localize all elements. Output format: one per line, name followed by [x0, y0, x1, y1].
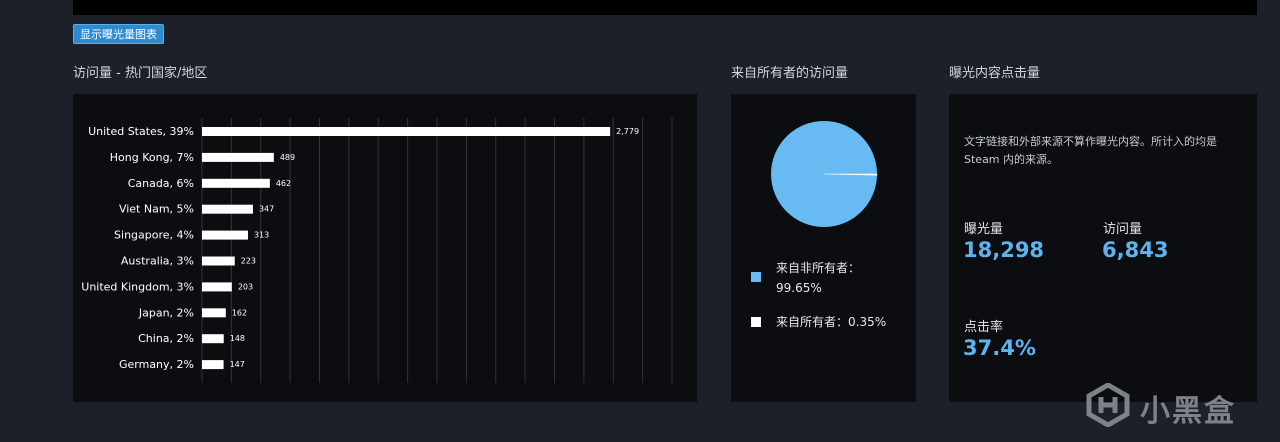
owner-pie-chart	[771, 121, 878, 227]
bar-value-label: 347	[259, 205, 274, 214]
bar	[202, 308, 226, 318]
owner-legend-label: 来自所有者：0.35%	[776, 315, 887, 329]
top-black-bar	[73, 0, 1257, 15]
country-visits-title: 访问量 - 热门国家/地区	[73, 66, 208, 81]
bar-category-label: Hong Kong, 7%	[110, 151, 194, 164]
country-bar-chart: United States, 39% 2,779 Hong Kong, 7% 489 C…	[81, 118, 673, 383]
bar	[202, 282, 232, 292]
bar-category-label: United Kingdom, 3%	[81, 280, 194, 293]
bar-value-label: 489	[280, 153, 295, 162]
bar-value-label: 313	[254, 231, 269, 240]
bar	[202, 204, 253, 214]
bar	[202, 334, 224, 344]
impression-clicks-title: 曝光内容点击量	[949, 66, 1041, 81]
owner-legend-swatch	[751, 317, 761, 327]
bar-value-label: 203	[238, 282, 253, 291]
bar-value-label: 223	[241, 257, 256, 266]
show-impressions-chart-button[interactable]: 显示曝光量图表	[73, 24, 164, 44]
bar	[202, 178, 270, 188]
bar	[202, 152, 274, 162]
clicks-note: 文字链接和外部来源不算作曝光内容。所计入的均是 Steam 内的来源。	[964, 135, 1217, 166]
owner-pie-panel: 来自非所有者： 99.65% 来自所有者：0.35%	[731, 94, 916, 402]
non-owner-legend-value: 99.65%	[776, 281, 822, 295]
bar-category-label: China, 2%	[138, 332, 194, 345]
bar	[202, 360, 224, 370]
owner-visits-title: 来自所有者的访问量	[731, 66, 849, 81]
non-owner-legend-swatch	[751, 272, 761, 282]
non-owner-legend-label: 来自非所有者：	[776, 261, 861, 275]
non-owner-legend: 来自非所有者： 99.65%	[776, 258, 860, 298]
impressions-value: 18,298	[963, 238, 1045, 262]
bar-value-label: 148	[230, 334, 245, 343]
ctr-label: 点击率	[964, 320, 1004, 335]
ctr-value: 37.4%	[963, 336, 1036, 360]
watermark-text: 小黑盒	[1140, 394, 1236, 429]
visits-label: 访问量	[1103, 222, 1143, 237]
bar-category-label: Viet Nam, 5%	[119, 203, 194, 216]
xiaoheihe-logo-icon	[1086, 383, 1130, 427]
bar	[202, 230, 248, 240]
bar	[202, 127, 611, 136]
country-chart-panel: United States, 39% 2,779 Hong Kong, 7% 489 C…	[73, 94, 697, 402]
bar-category-label: Singapore, 4%	[114, 229, 194, 242]
bar-category-label: Canada, 6%	[128, 177, 194, 190]
bar-value-label: 462	[276, 179, 291, 188]
bar-category-label: United States, 39%	[88, 125, 194, 138]
bar	[202, 256, 235, 266]
visits-value: 6,843	[1102, 238, 1169, 262]
bar-value-label: 162	[232, 308, 247, 317]
impressions-label: 曝光量	[964, 222, 1004, 237]
bar-category-label: Germany, 2%	[119, 358, 194, 371]
bar-category-label: Australia, 3%	[121, 255, 194, 268]
bar-value-label: 147	[230, 360, 245, 369]
bar-category-label: Japan, 2%	[138, 306, 194, 319]
bar-value-label: 2,779	[616, 127, 639, 136]
